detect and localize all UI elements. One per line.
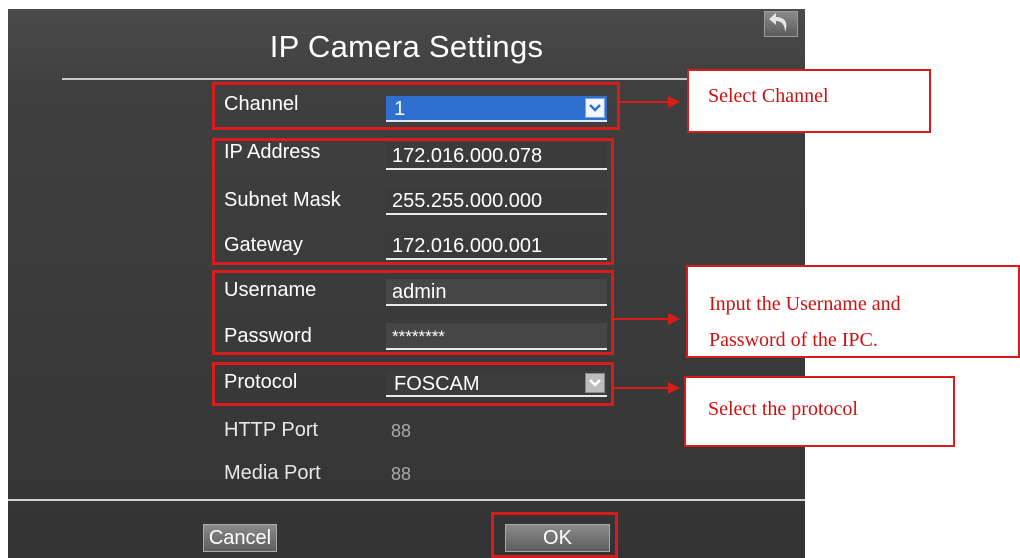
gateway-label: Gateway <box>224 234 303 256</box>
username-label: Username <box>224 279 317 301</box>
cancel-button[interactable]: Cancel <box>203 524 277 552</box>
channel-selected-value: 1 <box>394 98 406 120</box>
select-protocol-callout: Select the protocol <box>684 376 955 447</box>
password-label: Password <box>224 325 312 347</box>
dialog-title: IP Camera Settings <box>269 29 544 64</box>
channel-arrow <box>620 96 680 108</box>
subnet-mask-label: Subnet Mask <box>224 189 341 211</box>
http-port-label: HTTP Port <box>224 419 319 441</box>
protocol-arrow <box>614 382 680 394</box>
back-button[interactable] <box>764 11 798 37</box>
ip-address-field[interactable]: 172.016.000.078 <box>386 143 607 170</box>
credentials-text-line1: Input the Username and <box>709 293 901 315</box>
footer-divider <box>8 499 805 501</box>
back-arrow-icon <box>769 13 787 32</box>
http-port-value: 88 <box>391 421 412 441</box>
media-port-value: 88 <box>391 464 412 484</box>
password-field[interactable]: ******** <box>386 323 607 350</box>
credentials-arrow <box>614 313 680 325</box>
chevron-down-icon[interactable] <box>585 98 605 118</box>
ok-button[interactable]: OK <box>505 524 610 552</box>
ip-address-label: IP Address <box>224 141 321 163</box>
username-field[interactable]: admin <box>386 279 607 306</box>
media-port-label: Media Port <box>224 462 321 484</box>
select-protocol-text: Select the protocol <box>708 398 858 420</box>
credentials-text-line2: Password of the IPC. <box>709 329 878 351</box>
gateway-field[interactable]: 172.016.000.001 <box>386 233 607 260</box>
channel-select[interactable]: 1 <box>386 96 607 122</box>
select-channel-callout: Select Channel <box>687 69 931 133</box>
select-channel-text: Select Channel <box>708 85 829 107</box>
channel-label: Channel <box>224 93 299 115</box>
chevron-down-icon[interactable] <box>585 373 605 393</box>
protocol-select[interactable]: FOSCAM <box>386 371 607 397</box>
credentials-callout: Input the Username and Password of the I… <box>686 265 1020 358</box>
protocol-selected-value: FOSCAM <box>394 373 480 395</box>
protocol-label: Protocol <box>224 371 298 393</box>
subnet-mask-field[interactable]: 255.255.000.000 <box>386 188 607 215</box>
